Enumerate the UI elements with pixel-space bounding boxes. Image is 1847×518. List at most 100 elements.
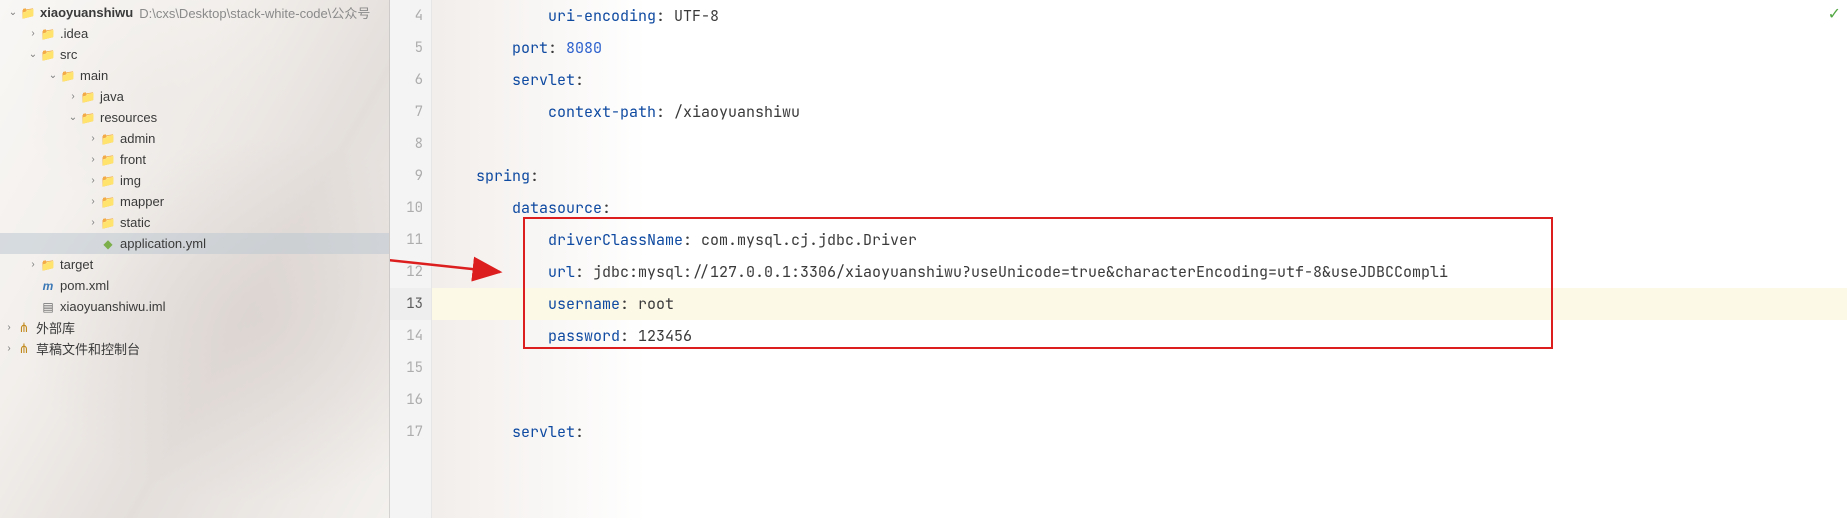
code-line-5[interactable]: port: 8080: [432, 32, 1847, 64]
yaml-text: :: [530, 166, 539, 186]
tree-main[interactable]: ⌄📁 main: [0, 65, 389, 86]
line-number[interactable]: 15: [390, 352, 431, 384]
yaml-text: :: [656, 6, 674, 26]
chevron-right-icon[interactable]: ›: [66, 91, 80, 102]
code-line-11[interactable]: driverClassName: com.mysql.cj.jdbc.Drive…: [432, 224, 1847, 256]
line-number[interactable]: 17: [390, 416, 431, 448]
tree-src[interactable]: ⌄📁src: [0, 44, 389, 65]
chevron-down-icon[interactable]: ⌄: [26, 49, 40, 60]
yaml-text: :: [575, 262, 593, 282]
tree-item-label: target: [60, 257, 93, 272]
yaml-key: url: [548, 262, 575, 282]
tree-idea[interactable]: ›📁 .idea: [0, 23, 389, 44]
code-line-9[interactable]: spring:: [432, 160, 1847, 192]
library-icon: ⋔: [16, 320, 32, 336]
code-line-12[interactable]: url: jdbc:mysql://127.0.0.1:3306/xiaoyua…: [432, 256, 1847, 288]
tree-application-yml[interactable]: ·◆application.yml: [0, 233, 389, 254]
code-line-7[interactable]: context-path: /xiaoyuanshiwu: [432, 96, 1847, 128]
yaml-key: uri-encoding: [548, 6, 656, 26]
tree-item-label: img: [120, 173, 141, 188]
folder-icon: 📁: [100, 131, 116, 147]
tree-java[interactable]: ›📁 java: [0, 86, 389, 107]
code-line-15[interactable]: [432, 352, 1847, 384]
chevron-right-icon[interactable]: ›: [86, 175, 100, 186]
chevron-right-icon[interactable]: ›: [86, 217, 100, 228]
tree-item-label: front: [120, 152, 146, 167]
line-number[interactable]: 16: [390, 384, 431, 416]
yaml-key: spring: [476, 166, 530, 186]
tree-item-label: pom.xml: [60, 278, 109, 293]
line-number[interactable]: 12: [390, 256, 431, 288]
chevron-right-icon[interactable]: ›: [26, 28, 40, 39]
code-line-16[interactable]: [432, 384, 1847, 416]
folder-icon: 📁: [60, 68, 76, 84]
maven-file-icon: m: [40, 278, 56, 294]
app-root: ⌄📁xiaoyuanshiwuD:\cxs\Desktop\stack-whit…: [0, 0, 1847, 518]
tree-item-label: java: [100, 89, 124, 104]
yaml-text: :: [575, 70, 584, 90]
scratches-consoles[interactable]: ›⋔草稿文件和控制台: [0, 338, 389, 359]
code-line-17[interactable]: servlet:: [432, 416, 1847, 448]
tree-mapper[interactable]: ›📁mapper: [0, 191, 389, 212]
code-line-13[interactable]: username: root: [432, 288, 1847, 320]
tree-item-label: .idea: [60, 26, 88, 41]
tree-item-path: D:\cxs\Desktop\stack-white-code\公众号: [139, 3, 370, 22]
tree-admin[interactable]: ›📁admin: [0, 128, 389, 149]
line-number[interactable]: 13: [390, 288, 431, 320]
yaml-key: port: [512, 38, 548, 58]
line-number[interactable]: 7: [390, 96, 431, 128]
tree-iml[interactable]: ·▤xiaoyuanshiwu.iml: [0, 296, 389, 317]
editor-panel[interactable]: 4567891011121314151617 uri-encoding: UTF…: [390, 0, 1847, 518]
folder-icon: 📁: [100, 215, 116, 231]
line-number[interactable]: 14: [390, 320, 431, 352]
yaml-text: UTF-8: [674, 6, 719, 26]
folder-icon: 📁: [80, 89, 96, 105]
tree-item-label: main: [80, 68, 108, 83]
line-number[interactable]: 10: [390, 192, 431, 224]
tree-item-label: static: [120, 215, 150, 230]
line-number[interactable]: 6: [390, 64, 431, 96]
yaml-text: com.mysql.cj.jdbc.Driver: [701, 230, 917, 250]
project-root[interactable]: ⌄📁xiaoyuanshiwuD:\cxs\Desktop\stack-whit…: [0, 2, 389, 23]
yaml-text: :: [602, 198, 611, 218]
tree-front[interactable]: ›📁front: [0, 149, 389, 170]
chevron-down-icon[interactable]: ⌄: [46, 70, 60, 81]
folder-icon: 📁: [40, 26, 56, 42]
project-tree-panel[interactable]: ⌄📁xiaoyuanshiwuD:\cxs\Desktop\stack-whit…: [0, 0, 390, 518]
chevron-right-icon[interactable]: ›: [2, 343, 16, 354]
yaml-text: :: [548, 38, 566, 58]
line-number[interactable]: 11: [390, 224, 431, 256]
inspection-ok-icon[interactable]: ✓: [1828, 4, 1841, 24]
tree-resources[interactable]: ⌄📁resources: [0, 107, 389, 128]
line-number[interactable]: 4: [390, 0, 431, 32]
code-line-10[interactable]: datasource:: [432, 192, 1847, 224]
line-number[interactable]: 9: [390, 160, 431, 192]
external-libraries[interactable]: ›⋔外部库: [0, 317, 389, 338]
code-line-8[interactable]: [432, 128, 1847, 160]
tree-item-label: src: [60, 47, 77, 62]
chevron-right-icon[interactable]: ›: [86, 196, 100, 207]
tree-img[interactable]: ›📁img: [0, 170, 389, 191]
tree-static[interactable]: ›📁 static: [0, 212, 389, 233]
code-line-14[interactable]: password: 123456: [432, 320, 1847, 352]
chevron-right-icon[interactable]: ›: [2, 322, 16, 333]
tree-pom-xml[interactable]: ·mpom.xml: [0, 275, 389, 296]
code-line-4[interactable]: uri-encoding: UTF-8: [432, 0, 1847, 32]
code-area[interactable]: uri-encoding: UTF-8 port: 8080 servlet: …: [432, 0, 1847, 518]
yaml-text: :: [683, 230, 701, 250]
chevron-right-icon[interactable]: ›: [26, 259, 40, 270]
yaml-key: password: [548, 326, 620, 346]
chevron-right-icon[interactable]: ›: [86, 133, 100, 144]
chevron-right-icon[interactable]: ›: [86, 154, 100, 165]
code-line-6[interactable]: servlet:: [432, 64, 1847, 96]
line-number[interactable]: 8: [390, 128, 431, 160]
line-number[interactable]: 5: [390, 32, 431, 64]
tree-item-label: application.yml: [120, 236, 206, 251]
tree-target[interactable]: ›📁target: [0, 254, 389, 275]
yaml-text: :: [620, 294, 638, 314]
line-number-gutter[interactable]: 4567891011121314151617: [390, 0, 432, 518]
chevron-down-icon[interactable]: ⌄: [66, 112, 80, 123]
yaml-key: datasource: [512, 198, 602, 218]
tree-item-label: xiaoyuanshiwu.iml: [60, 299, 166, 314]
chevron-down-icon[interactable]: ⌄: [6, 7, 20, 18]
